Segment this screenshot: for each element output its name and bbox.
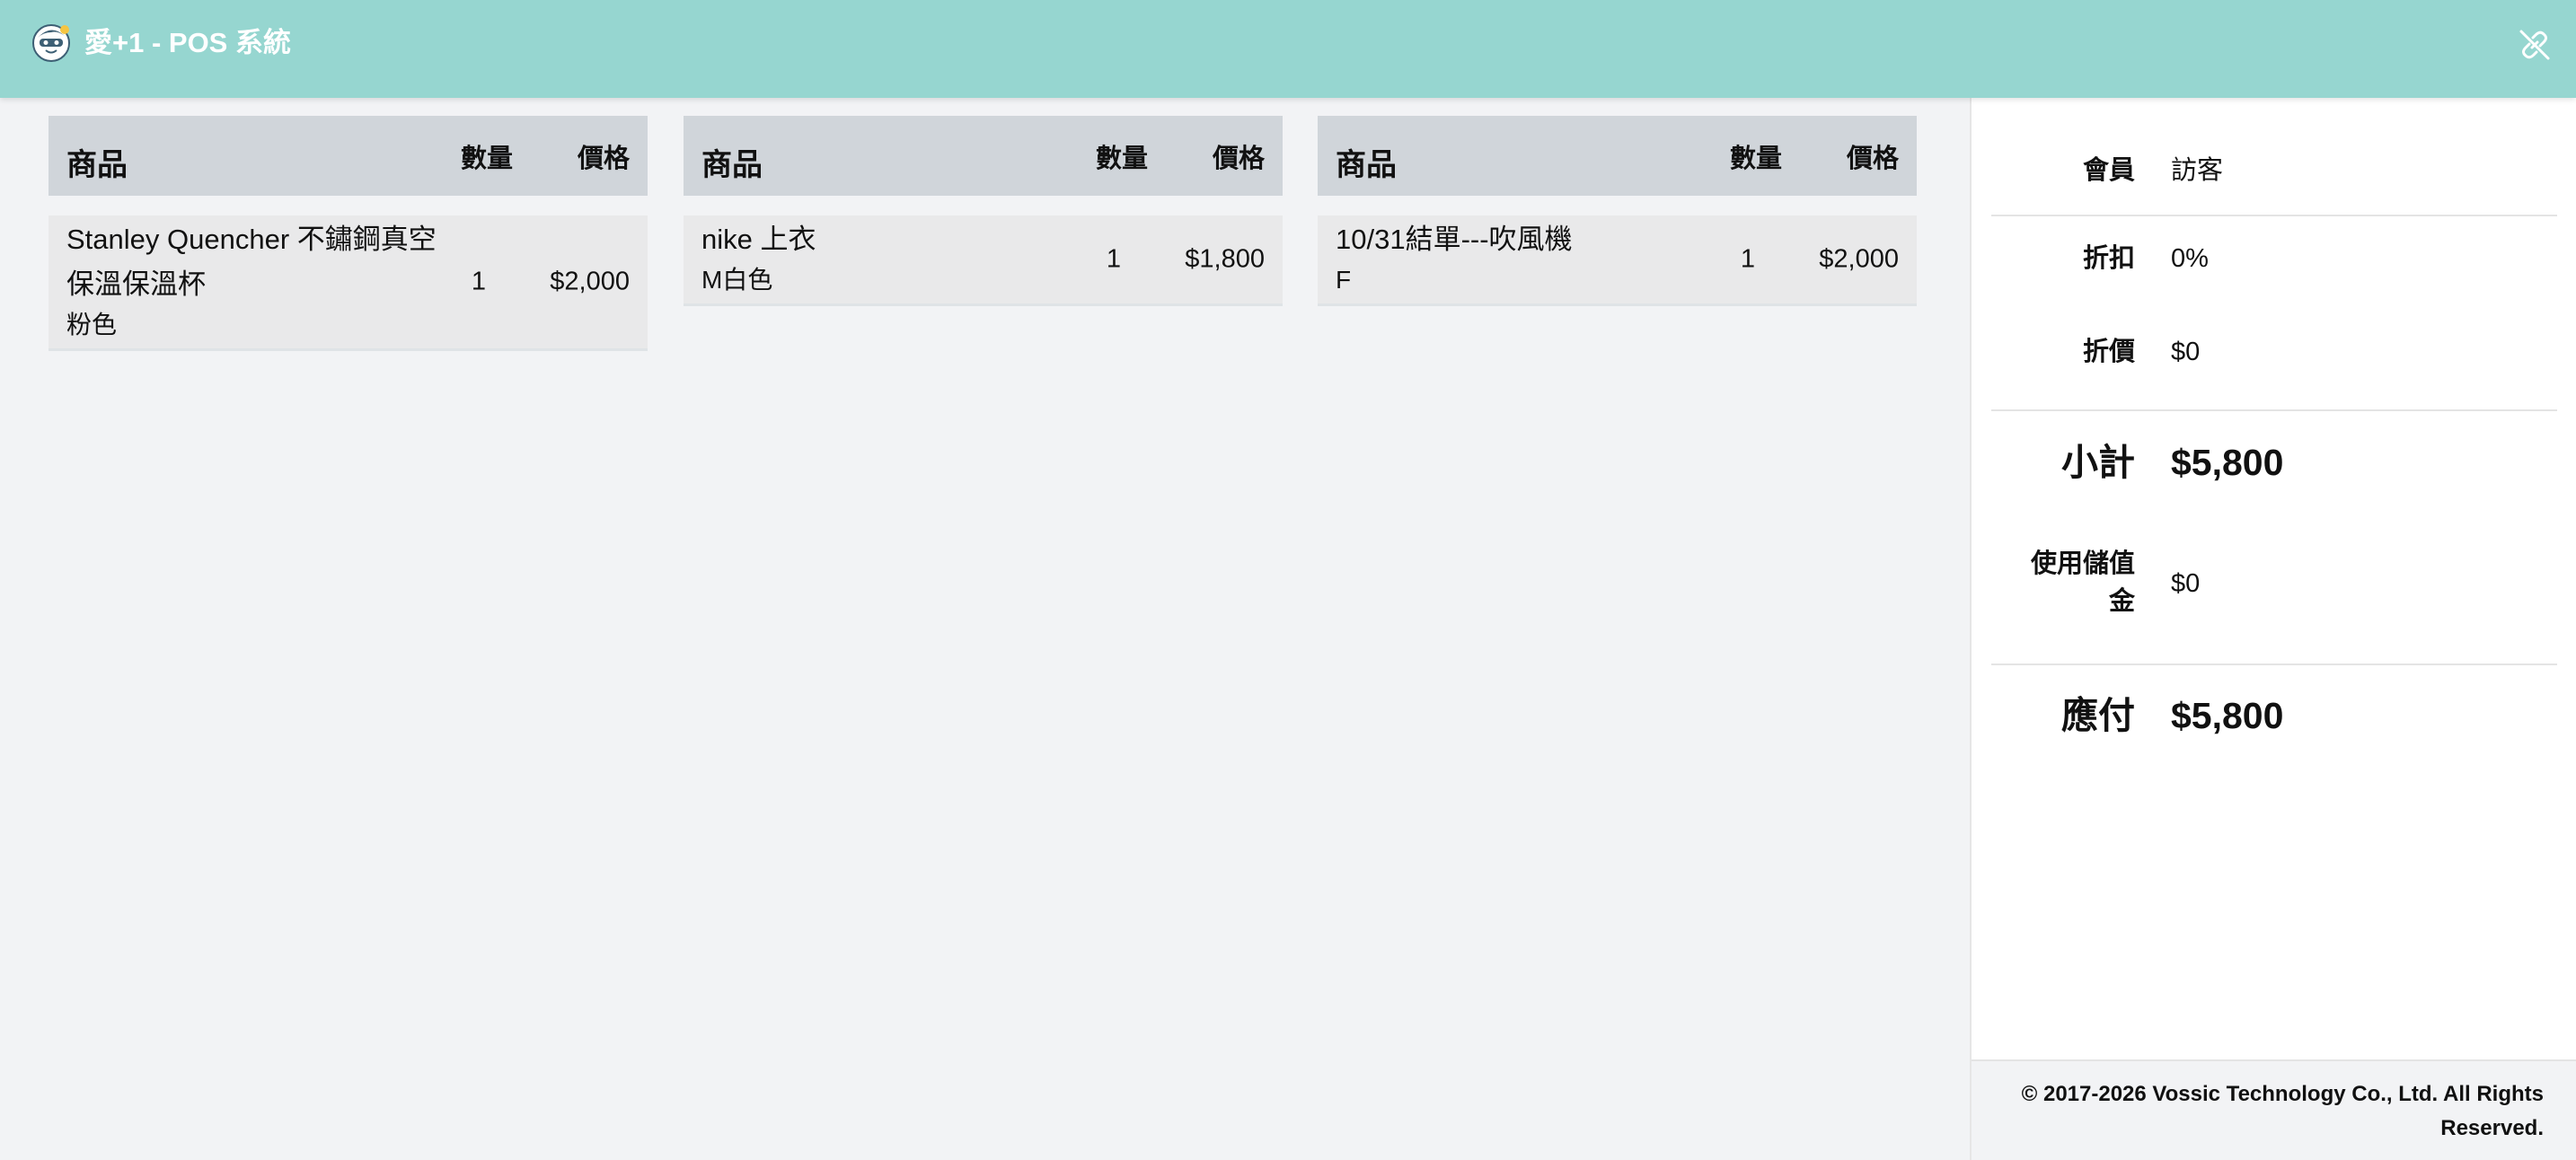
table-header: 商品 數量 價格: [684, 116, 1283, 196]
top-app-bar: 愛+1 - POS 系統: [0, 0, 2576, 98]
discount-value: 0%: [2171, 244, 2209, 273]
subtotal-value: $5,800: [2171, 442, 2284, 483]
order-area: 商品 數量 價格 Stanley Quencher 不鏽鋼真空保溫保溫杯 粉色 …: [0, 98, 1970, 1160]
order-card: 商品 數量 價格 Stanley Quencher 不鏽鋼真空保溫保溫杯 粉色 …: [49, 116, 648, 351]
link-off-icon[interactable]: [2517, 27, 2553, 63]
mascot-logo-icon: [32, 24, 70, 62]
app-title: 愛+1 - POS 系統: [84, 27, 291, 58]
divider: [1991, 215, 2557, 216]
table-row[interactable]: nike 上衣 M白色 1 $1,800: [684, 215, 1283, 306]
column-header-quantity: 數量: [1096, 145, 1149, 173]
table-header: 商品 數量 價格: [49, 116, 648, 196]
order-card: 商品 數量 價格 nike 上衣 M白色 1 $1,800: [684, 116, 1283, 306]
item-price: $2,000: [1819, 244, 1899, 274]
discount-label: 折扣: [2082, 244, 2135, 273]
column-header-quantity: 數量: [461, 145, 514, 173]
item-variant: 粉色: [66, 311, 118, 338]
payable-label: 應付: [2061, 695, 2135, 736]
divider: [1991, 409, 2557, 411]
footer: © 2017-2026 Vossic Technology Co., Ltd. …: [1972, 1059, 2576, 1160]
member-value: 訪客: [2171, 156, 2224, 185]
checkout-summary-panel: 會員 訪客 折扣 0% 折價 $0 小計 $5,800 使用儲值金 $0 應付 …: [1970, 98, 2576, 1160]
divider: [1991, 663, 2557, 665]
table-row[interactable]: 10/31結單---吹風機 F 1 $2,000: [1318, 215, 1917, 306]
stored-value-label: 使用儲值金: [2030, 549, 2135, 616]
column-header-price: 價格: [1212, 145, 1265, 173]
markdown-value: $0: [2171, 338, 2201, 366]
table-row[interactable]: Stanley Quencher 不鏽鋼真空保溫保溫杯 粉色 1 $2,000: [49, 215, 648, 351]
item-price: $2,000: [550, 267, 630, 296]
order-card: 商品 數量 價格 10/31結單---吹風機 F 1 $2,000: [1318, 116, 1917, 306]
item-quantity: 1: [1740, 244, 1756, 274]
column-header-product: 商品: [1336, 148, 1397, 182]
subtotal-label: 小計: [2061, 442, 2135, 483]
item-price: $1,800: [1185, 244, 1265, 274]
column-header-product: 商品: [701, 148, 763, 182]
item-quantity: 1: [471, 267, 487, 296]
stored-value-amount: $0: [2171, 569, 2201, 598]
item-quantity: 1: [1106, 244, 1122, 274]
payable-value: $5,800: [2171, 695, 2284, 736]
copyright-text: © 2017-2026 Vossic Technology Co., Ltd. …: [2021, 1082, 2544, 1140]
column-header-price: 價格: [1846, 145, 1899, 173]
markdown-label: 折價: [2082, 338, 2135, 366]
table-header: 商品 數量 價格: [1318, 116, 1917, 196]
column-header-product: 商品: [66, 148, 128, 182]
column-header-quantity: 數量: [1730, 145, 1783, 173]
column-header-price: 價格: [577, 145, 630, 173]
member-label: 會員: [2082, 156, 2135, 185]
